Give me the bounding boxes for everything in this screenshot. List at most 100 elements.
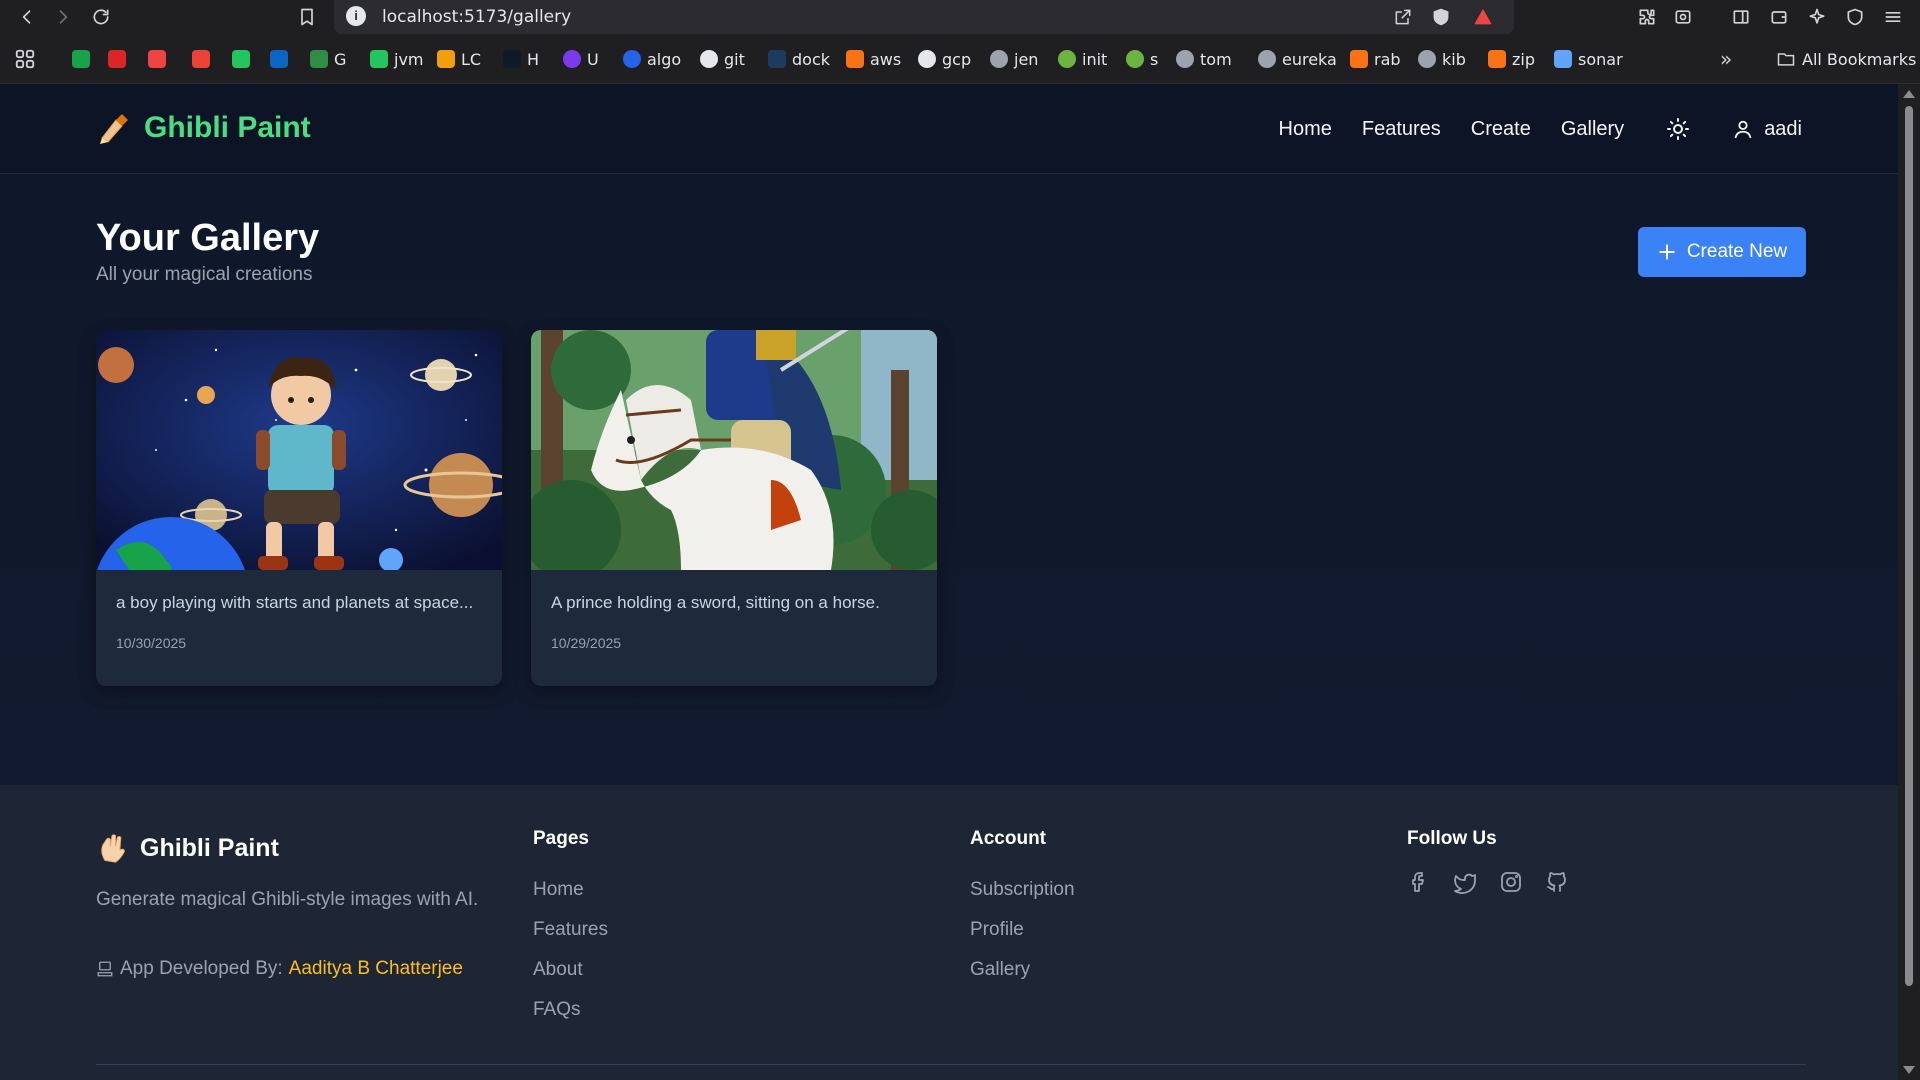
more-bookmarks-icon[interactable]: » <box>1720 47 1732 71</box>
bookmark-label: H <box>527 49 540 69</box>
bookmark-item[interactable]: init <box>1058 47 1107 71</box>
footer-follow-column: Follow Us <box>1407 828 1569 894</box>
footer-account-column: Account Subscription Profile Gallery <box>970 828 1075 990</box>
bookmark-item[interactable]: sonar <box>1554 47 1623 71</box>
share-icon[interactable] <box>1390 4 1416 30</box>
forward-icon[interactable] <box>50 4 76 30</box>
brave-rewards-icon[interactable] <box>1470 4 1496 30</box>
scroll-up-arrow[interactable] <box>1903 90 1915 98</box>
hackerrank-icon <box>503 50 521 68</box>
sonar-icon <box>1554 50 1572 68</box>
bookmark-item[interactable]: s <box>1126 47 1158 71</box>
nav-gallery[interactable]: Gallery <box>1561 118 1624 141</box>
reload-icon[interactable] <box>88 4 114 30</box>
globe-icon <box>1176 50 1194 68</box>
footer-link-faqs[interactable]: FAQs <box>533 990 608 1030</box>
bookmark-item[interactable]: zip <box>1488 47 1535 71</box>
bookmark-label: zip <box>1512 49 1535 69</box>
bookmark-item[interactable]: jen <box>990 47 1038 71</box>
cb-icon <box>72 50 90 68</box>
scroll-down-arrow[interactable] <box>1903 1066 1915 1074</box>
card-date: 10/29/2025 <box>551 635 622 651</box>
screenshot-icon[interactable] <box>1670 4 1696 30</box>
all-bookmarks-label: All Bookmarks <box>1802 49 1917 69</box>
footer-link-subscription[interactable]: Subscription <box>970 870 1075 910</box>
bookmark-page-icon[interactable] <box>294 4 320 30</box>
nav-home[interactable]: Home <box>1279 118 1332 141</box>
bookmark-item[interactable]: algo <box>623 47 681 71</box>
bookmark-item[interactable] <box>270 47 288 71</box>
footer-brand-name: Ghibli Paint <box>140 833 279 862</box>
footer-brand[interactable]: Ghibli Paint <box>96 830 279 866</box>
footer-pages-column: Pages Home Features About FAQs <box>533 828 608 1030</box>
leo-ai-icon[interactable] <box>1804 4 1830 30</box>
create-new-button[interactable]: Create New <box>1638 227 1806 277</box>
footer-link-about[interactable]: About <box>533 950 608 990</box>
create-new-label: Create New <box>1686 241 1788 262</box>
footer-follow-heading: Follow Us <box>1407 828 1497 849</box>
bookmark-item[interactable] <box>108 47 126 71</box>
site-info-icon[interactable]: i <box>346 6 366 26</box>
footer-link-home[interactable]: Home <box>533 870 608 910</box>
url-text[interactable]: localhost:5173/gallery <box>382 7 571 27</box>
address-bar[interactable]: i localhost:5173/gallery <box>334 0 1514 34</box>
bookmark-item[interactable]: jvm <box>370 47 424 71</box>
instagram-icon[interactable] <box>1499 870 1523 894</box>
scroll-thumb[interactable] <box>1905 106 1913 986</box>
menu-icon[interactable] <box>1880 4 1906 30</box>
user-menu[interactable]: aadi <box>1732 118 1802 141</box>
bookmark-item[interactable]: rab <box>1350 47 1401 71</box>
twitter-icon[interactable] <box>1453 870 1477 894</box>
bookmark-item[interactable]: git <box>700 47 745 71</box>
bookmark-item[interactable]: dock <box>768 47 830 71</box>
bookmark-item[interactable]: G <box>310 47 346 71</box>
wallet-icon[interactable] <box>1766 4 1792 30</box>
bookmark-item[interactable]: U <box>563 47 599 71</box>
social-links <box>1407 870 1569 894</box>
developer-link[interactable]: Aaditya B Chatterjee <box>289 958 463 980</box>
nav-create[interactable]: Create <box>1471 118 1531 141</box>
bookmark-item[interactable]: gcp <box>918 47 971 71</box>
github-icon <box>700 50 718 68</box>
all-bookmarks-folder[interactable]: All Bookmarks <box>1776 47 1916 71</box>
footer-link-profile[interactable]: Profile <box>970 910 1075 950</box>
footer-link-gallery[interactable]: Gallery <box>970 950 1075 990</box>
plus-icon <box>1659 244 1675 260</box>
prince-on-horse-image[interactable] <box>531 330 937 570</box>
leetcode-icon <box>437 50 455 68</box>
bookmark-item[interactable]: tom <box>1176 47 1232 71</box>
bookmarks-bar: Gjvm LC H Ualgo git dock aws gcp jen init s tom eure… <box>0 34 1920 84</box>
back-icon[interactable] <box>14 4 40 30</box>
bookmark-item[interactable] <box>148 47 166 71</box>
theme-toggle-sun-icon[interactable] <box>1664 115 1692 143</box>
github-icon[interactable] <box>1545 870 1569 894</box>
bookmark-label: algo <box>647 49 682 69</box>
gallery-card[interactable]: A prince holding a sword, sitting on a h… <box>531 330 937 686</box>
bookmark-item[interactable] <box>72 47 90 71</box>
footer-link-features[interactable]: Features <box>533 910 608 950</box>
extensions-icon[interactable] <box>1634 4 1660 30</box>
bookmark-label: s <box>1150 49 1159 69</box>
bookmark-item[interactable]: kib <box>1418 47 1466 71</box>
bookmark-item[interactable] <box>232 47 250 71</box>
sidebar-toggle-icon[interactable] <box>1728 4 1754 30</box>
rabbitmq-icon <box>1350 50 1368 68</box>
brand-link[interactable]: Ghibli Paint <box>96 110 311 146</box>
vpn-icon[interactable] <box>1842 4 1868 30</box>
brave-shield-icon[interactable] <box>1428 4 1454 30</box>
space-boy-image[interactable] <box>96 330 502 570</box>
algo-icon <box>623 50 641 68</box>
gallery-card[interactable]: a boy playing with starts and planets at… <box>96 330 502 686</box>
nav-features[interactable]: Features <box>1362 118 1441 141</box>
bookmark-item[interactable]: aws <box>846 47 901 71</box>
bookmark-item[interactable]: H <box>503 47 539 71</box>
apps-grid-icon[interactable] <box>14 47 36 71</box>
bookmark-item[interactable] <box>192 47 210 71</box>
globe-icon <box>1258 50 1276 68</box>
globe-icon <box>990 50 1008 68</box>
bookmark-item[interactable]: eureka <box>1258 47 1337 71</box>
facebook-icon[interactable] <box>1407 870 1431 894</box>
page-scrollbar[interactable] <box>1898 84 1920 1080</box>
card-date: 10/30/2025 <box>116 635 187 651</box>
bookmark-item[interactable]: LC <box>437 47 481 71</box>
